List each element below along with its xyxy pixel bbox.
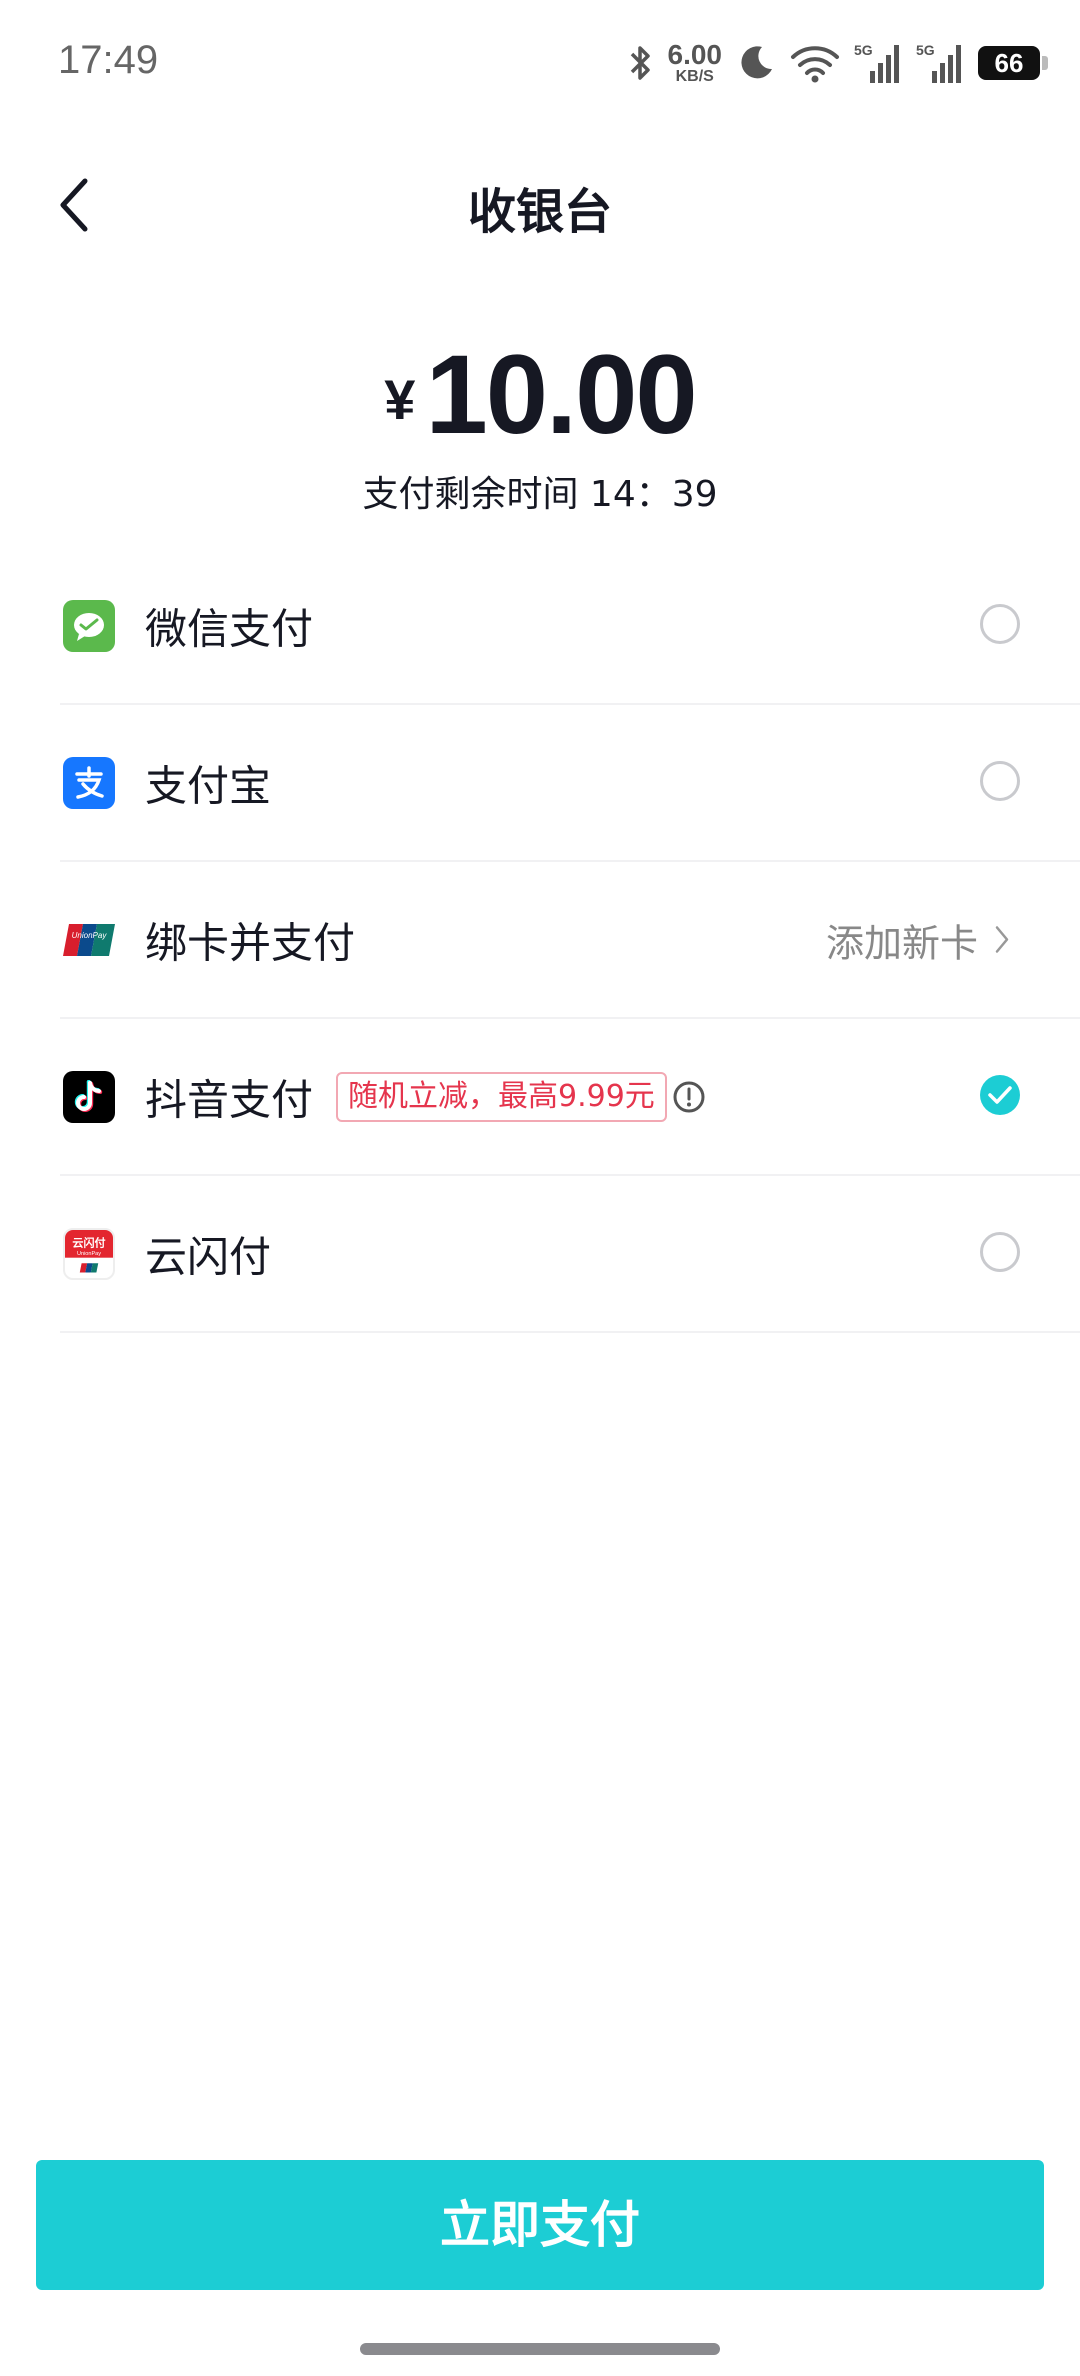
svg-text:5G: 5G	[916, 42, 935, 58]
amount-value: 10.00	[425, 332, 697, 457]
quickpass-icon: 云闪付 UnionPay	[63, 1227, 115, 1280]
method-wechat-pay[interactable]: 微信支付	[60, 548, 1080, 705]
battery-level: 66	[994, 47, 1024, 78]
promo-badge: 随机立减，最高9.99元	[336, 1071, 667, 1122]
svg-text:5G: 5G	[854, 42, 873, 58]
method-label: 绑卡并支付	[145, 918, 356, 967]
chevron-right-icon	[995, 926, 1009, 953]
network-speed-value: 6.00	[667, 39, 723, 70]
payment-amount: ¥10.00	[0, 330, 1080, 459]
moon-icon	[741, 46, 772, 79]
network-speed-unit: KB/S	[675, 68, 714, 85]
pay-now-button[interactable]: 立即支付	[36, 2160, 1044, 2290]
header: 收银台	[0, 150, 1080, 260]
payment-method-list: 微信支付 支付宝 UnionPay 绑卡并支付 添加新卡 抖音支付 随机立减，最…	[0, 548, 1080, 1333]
status-icons: 6.00 KB/S 5G 5G 66	[628, 36, 1048, 90]
bluetooth-icon	[630, 46, 650, 80]
method-label: 抖音支付	[145, 1075, 314, 1124]
payment-countdown: 支付剩余时间 14：39	[362, 474, 718, 515]
douyin-pay-icon	[63, 1070, 115, 1123]
svg-text:云闪付: 云闪付	[72, 1235, 105, 1249]
method-bind-card[interactable]: UnionPay 绑卡并支付 添加新卡	[60, 862, 1080, 1019]
battery-cap	[1042, 56, 1048, 70]
alipay-radio[interactable]	[980, 760, 1020, 801]
method-label: 云闪付	[145, 1232, 272, 1281]
quickpass-radio[interactable]	[980, 1231, 1020, 1272]
signal-5g-icon: 5G	[854, 42, 899, 83]
method-quickpass[interactable]: 云闪付 UnionPay 云闪付	[60, 1176, 1080, 1333]
method-label: 支付宝	[145, 761, 272, 810]
status-bar: 17:49 6.00 KB/S 5G 5G 66	[0, 0, 1080, 120]
alipay-icon	[63, 756, 115, 809]
check-icon	[988, 1085, 1012, 1104]
svg-text:UnionPay: UnionPay	[72, 931, 108, 940]
currency-symbol: ¥	[384, 368, 416, 431]
add-new-card-label: 添加新卡	[825, 921, 978, 965]
home-indicator[interactable]	[360, 2343, 720, 2355]
network-speed: 6.00 KB/S	[668, 41, 723, 85]
battery-indicator: 66	[978, 46, 1048, 80]
signal-5g-icon-2: 5G	[916, 42, 961, 83]
method-alipay[interactable]: 支付宝	[60, 705, 1080, 862]
method-label: 微信支付	[145, 604, 314, 653]
unionpay-icon: UnionPay	[63, 914, 115, 966]
page-title: 收银台	[467, 184, 612, 240]
wechat-pay-radio[interactable]	[980, 603, 1020, 644]
status-time: 17:49	[58, 38, 159, 82]
add-new-card-link[interactable]: 添加新卡	[826, 912, 1010, 967]
svg-text:UnionPay: UnionPay	[77, 1250, 101, 1256]
info-icon[interactable]	[672, 1080, 706, 1114]
wechat-pay-icon	[63, 599, 115, 652]
method-douyin-pay[interactable]: 抖音支付 随机立减，最高9.99元	[60, 1019, 1080, 1176]
douyin-pay-radio-checked[interactable]	[980, 1074, 1020, 1115]
wifi-icon	[791, 46, 839, 83]
